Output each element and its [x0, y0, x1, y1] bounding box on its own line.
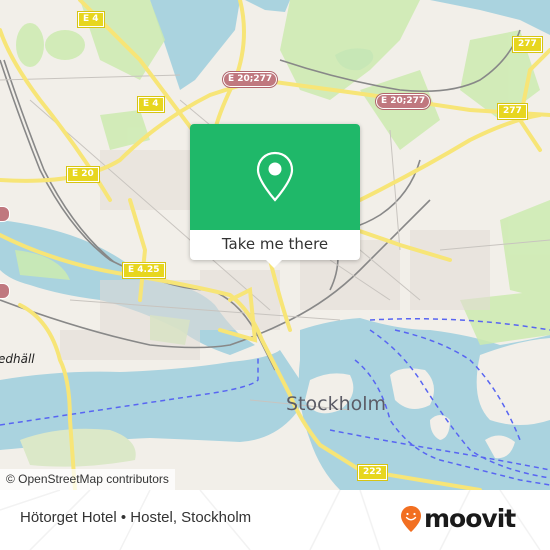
city-label: Stockholm [286, 393, 387, 415]
popup-pointer [265, 259, 283, 268]
road-shield: E 4 [77, 11, 105, 28]
map-pin-icon [256, 151, 294, 202]
location-popup: Take me there [190, 124, 360, 268]
take-me-there-button[interactable]: Take me there [190, 230, 360, 260]
road-shield: E 20 [66, 166, 100, 183]
road-shield: E 20;277 [374, 93, 432, 110]
district-label: edhäll [0, 352, 35, 366]
moovit-logo[interactable]: moovit [400, 504, 516, 533]
footer-bar: Hötorget Hotel • Hostel, Stockholm moovi… [0, 490, 550, 550]
road-shield: E 4.25 [122, 262, 166, 279]
moovit-logo-icon [401, 505, 421, 532]
road-shield: E 20;277 [221, 71, 279, 88]
road-shield: 277 [512, 36, 543, 53]
moovit-wordmark: moovit [424, 504, 516, 533]
road-shield: 277 [497, 103, 528, 120]
map-attribution[interactable]: © OpenStreetMap contributors [0, 469, 175, 490]
road-shield: E 4 [137, 96, 165, 113]
popup-header [190, 124, 360, 230]
map-view[interactable]: E 4 E 4 E 20 E 4.25 E 20;277 E 20;277 27… [0, 0, 550, 490]
place-title: Hötorget Hotel • Hostel, Stockholm [20, 509, 252, 526]
road-shield: 222 [357, 464, 388, 481]
